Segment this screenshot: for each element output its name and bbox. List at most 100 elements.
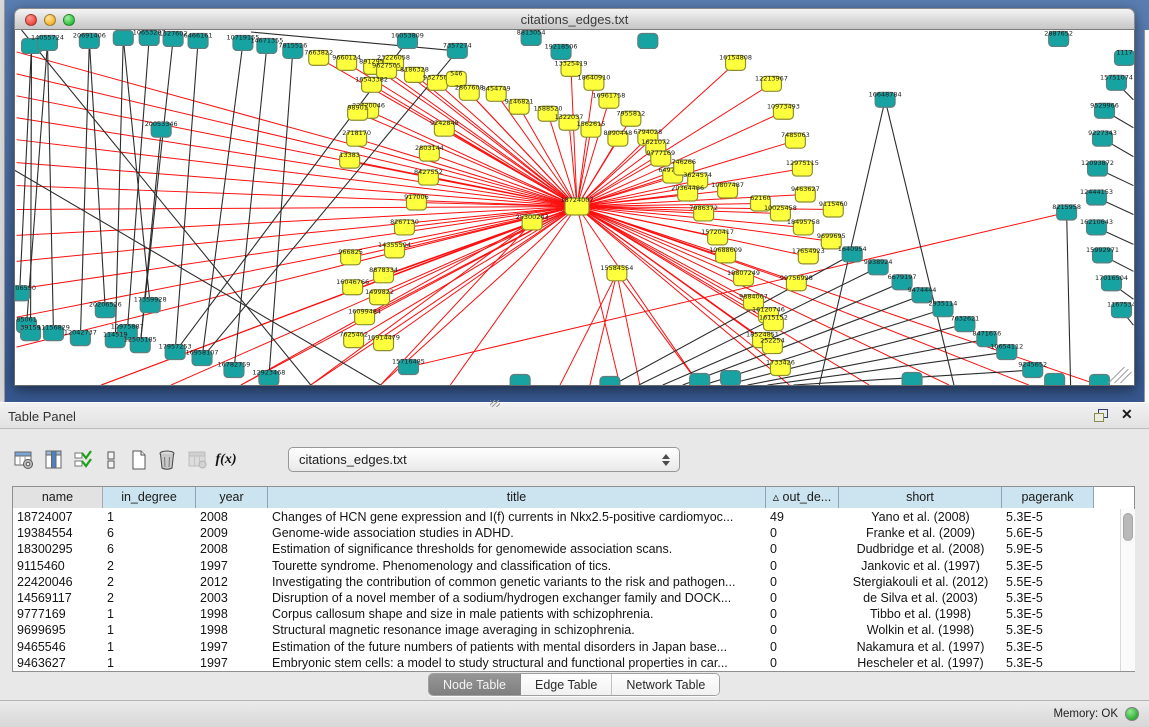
graph-node-label: 12923468 <box>252 369 285 377</box>
column-header-pagerank[interactable]: pagerank <box>1002 487 1094 508</box>
cell-title: Disruption of a novel member of a sodium… <box>268 590 766 606</box>
cell-title: Genome-wide association studies in ADHD. <box>268 525 766 541</box>
column-visibility-icon[interactable] <box>42 448 66 472</box>
memory-status-indicator[interactable] <box>1125 707 1139 721</box>
cell-title: Embryonic stem cells: a model to study s… <box>268 655 766 671</box>
graph-node-label: 12505185 <box>124 336 157 344</box>
column-header-year[interactable]: year <box>196 487 268 508</box>
scrollbar-thumb[interactable] <box>1123 513 1133 541</box>
column-header-out-de[interactable]: ▵ out_de... <box>766 487 839 508</box>
tab-edge-table[interactable]: Edge Table <box>521 674 612 695</box>
graph-node-label: 10975887 <box>111 323 144 331</box>
tab-node-table[interactable]: Node Table <box>429 674 521 695</box>
table-selector-value: citations_edges.txt <box>289 452 657 467</box>
tab-network-table[interactable]: Network Table <box>612 674 719 695</box>
window-titlebar[interactable]: citations_edges.txt <box>14 8 1135 30</box>
cell-out-de: 0 <box>766 606 839 622</box>
cell-year: 2012 <box>196 574 268 590</box>
table-selector-dropdown[interactable]: citations_edges.txt <box>288 447 680 472</box>
node-table: namein_degreeyeartitle▵ out_de...shortpa… <box>12 486 1135 672</box>
cell-short: Nakamura et al. (1997) <box>839 639 1002 655</box>
graph-node-label: 9474444 <box>908 286 937 294</box>
table-row[interactable]: 969969511998Structural magnetic resonanc… <box>13 622 1094 638</box>
graph-node[interactable] <box>638 33 658 48</box>
graph-node[interactable] <box>113 30 133 45</box>
table-settings-icon[interactable] <box>12 448 36 472</box>
graph-node-label: 12213967 <box>755 74 788 82</box>
table-tabs: Node TableEdge TableNetwork Table <box>428 673 720 696</box>
graph-node-label: 12093872 <box>1081 159 1114 167</box>
cell-title: Structural magnetic resonance image aver… <box>268 622 766 638</box>
graph-node-label: 13383 <box>339 151 360 159</box>
column-header-name[interactable]: name <box>13 487 103 508</box>
column-header-title[interactable]: title <box>268 487 766 508</box>
graph-node[interactable] <box>721 371 741 386</box>
table-row[interactable]: 2242004622012Investigating the contribut… <box>13 574 1094 590</box>
cell-name: 19384554 <box>13 525 103 541</box>
graph-node-label: 18640910 <box>577 73 610 81</box>
graph-node[interactable] <box>1090 375 1110 386</box>
graph-node[interactable] <box>600 377 620 386</box>
table-row[interactable]: 1830029562008Estimation of significance … <box>13 541 1094 557</box>
graph-node-label: 17016504 <box>1095 274 1128 282</box>
graph-edge <box>269 51 293 378</box>
graph-edge <box>80 41 89 338</box>
graph-node[interactable] <box>510 375 530 386</box>
new-column-icon[interactable] <box>127 448 151 472</box>
graph-node-label: 15992971 <box>1086 246 1119 254</box>
graph-node-label: 16961758 <box>592 91 625 99</box>
graph-node-label: 9699695 <box>817 232 846 240</box>
column-header-short[interactable]: short <box>839 487 1002 508</box>
graph-node-label: 16914479 <box>367 334 400 342</box>
table-row[interactable]: 1456911722003Disruption of a novel membe… <box>13 590 1094 606</box>
cell-out-de: 49 <box>766 509 839 525</box>
table-row[interactable]: 946362711997Embryonic stem cells: a mode… <box>13 655 1094 671</box>
graph-node-label: 3624574 <box>683 171 712 179</box>
graph-node[interactable] <box>902 373 922 386</box>
graph-node[interactable] <box>690 374 710 386</box>
graph-node-label: 10654112 <box>990 343 1023 351</box>
table-row[interactable]: 911546021997Tourette syndrome. Phenomeno… <box>13 558 1094 574</box>
table-header: namein_degreeyeartitle▵ out_de...shortpa… <box>13 487 1094 508</box>
graph-node-label: 1499822 <box>365 288 394 296</box>
cell-in-degree: 2 <box>103 590 196 606</box>
graph-node-label: 25300243 <box>516 213 549 221</box>
delete-column-icon[interactable] <box>155 448 179 472</box>
graph-node-label: 15716485 <box>392 358 425 366</box>
cell-name: 18724007 <box>13 509 103 525</box>
table-row[interactable]: 1938455462009Genome-wide association stu… <box>13 525 1094 541</box>
cell-in-degree: 1 <box>103 606 196 622</box>
graph-node-label: 20206526 <box>89 301 122 309</box>
canvas-resize-grip[interactable] <box>1108 367 1131 383</box>
graph-node-label: 2718170 <box>342 129 371 137</box>
select-columns-icon[interactable] <box>71 448 95 472</box>
cell-year: 1997 <box>196 558 268 574</box>
cell-year: 2008 <box>196 509 268 525</box>
column-header-in-degree[interactable]: in_degree <box>103 487 196 508</box>
vertical-scrollbar[interactable] <box>1120 509 1135 671</box>
cell-in-degree: 1 <box>103 509 196 525</box>
splitter-grip[interactable] <box>490 400 500 407</box>
graph-node-label: 2803144 <box>415 144 444 152</box>
row-height-icon[interactable] <box>99 448 123 472</box>
function-builder-icon[interactable]: f(x) <box>214 448 238 472</box>
table-row[interactable]: 946554611997Estimation of the future num… <box>13 639 1094 655</box>
graph-node-label: 9627505 <box>372 61 401 69</box>
cell-year: 2009 <box>196 525 268 541</box>
network-canvas[interactable]: 1405572420691406106532871527602646616110… <box>14 30 1135 386</box>
close-icon[interactable]: ✕ <box>1121 406 1133 423</box>
cell-in-degree: 6 <box>103 541 196 557</box>
table-row[interactable]: 1872400712008Changes of HCN gene express… <box>13 509 1094 525</box>
graph-node[interactable] <box>1045 374 1065 386</box>
delete-table-icon[interactable] <box>186 448 210 472</box>
table-row[interactable]: 977716911998Corpus callosum shape and si… <box>13 606 1094 622</box>
graph-node-label: 2935114 <box>929 300 958 308</box>
graph-edge <box>17 52 577 207</box>
float-window-icon[interactable] <box>1093 408 1111 424</box>
graph-node-label: 7632621 <box>950 315 979 323</box>
graph-node-label: 8878334 <box>369 266 398 274</box>
graph-node-label: 25206550 <box>14 284 36 292</box>
graph-node-label: 99756928 <box>780 274 813 282</box>
graph-node-label: 7815526 <box>278 41 307 49</box>
graph-node-label: 2867608 <box>455 83 484 91</box>
